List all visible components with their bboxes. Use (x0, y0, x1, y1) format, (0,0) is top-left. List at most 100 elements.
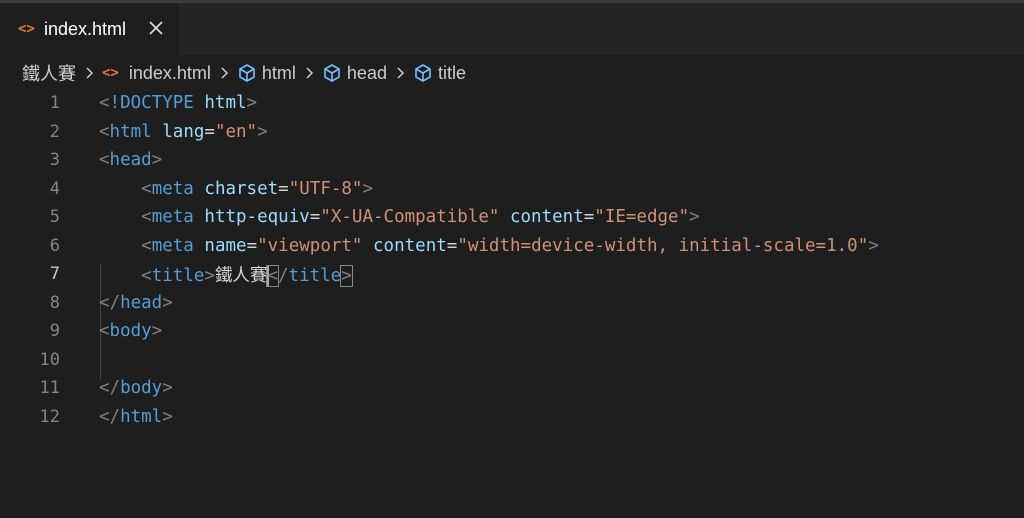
code-line[interactable]: 6 <meta name="viewport" content="width=d… (0, 232, 1024, 261)
line-number: 9 (49, 321, 60, 342)
code-token-tag: !DOCTYPE (109, 93, 194, 114)
code-token-punct: </ (99, 406, 121, 427)
code-line[interactable]: 4 <meta charset="UTF-8"> (0, 175, 1024, 204)
breadcrumb-label: index.html (128, 62, 211, 83)
breadcrumb: 鐵人賽 <> index.html html head title (0, 55, 1024, 91)
breadcrumb-item-html[interactable]: html (237, 63, 296, 84)
symbol-cube-icon (322, 63, 342, 83)
chevron-right-icon (396, 66, 405, 80)
chevron-right-icon (305, 66, 314, 80)
symbol-cube-icon (413, 63, 433, 83)
code-token-punct: < (141, 178, 152, 199)
code-token-punct: </ (99, 292, 121, 313)
code-token-tag: html (109, 121, 152, 142)
code-text: <meta charset="UTF-8"> (99, 179, 373, 199)
code-token-eq: = (583, 207, 595, 228)
code-token-tag: body (109, 321, 152, 342)
code-token-punct: > (868, 235, 879, 256)
code-token-eq: = (204, 121, 215, 142)
code-editor[interactable]: 1 <!DOCTYPE html> 2 <html lang="en"> 3 <head>… (0, 89, 1024, 518)
line-number: 12 (39, 406, 60, 427)
breadcrumb-item-folder[interactable]: 鐵人賽 (22, 60, 76, 86)
code-token-eq (99, 179, 141, 199)
code-text: </body> (99, 378, 173, 398)
chevron-right-icon (220, 66, 229, 80)
line-number: 5 (49, 207, 60, 228)
code-token-tag: head (120, 292, 163, 313)
breadcrumb-item-file[interactable]: <> index.html (102, 63, 211, 84)
code-token-punct: < (141, 265, 152, 286)
code-token-eq (194, 179, 205, 199)
breadcrumb-item-title[interactable]: title (413, 63, 466, 84)
code-token-punct: < (99, 93, 110, 114)
line-number: 4 (49, 178, 60, 199)
code-token-str: "viewport" (257, 235, 363, 256)
code-text: </html> (99, 407, 173, 427)
code-token-eq (194, 93, 205, 113)
code-line[interactable]: 10 (0, 346, 1024, 375)
code-line[interactable]: 9 <body> (0, 317, 1024, 346)
html-file-icon: <> (18, 21, 35, 37)
code-text: <html lang="en"> (99, 122, 268, 142)
code-token-punct: > (246, 93, 258, 114)
code-token-punct: > (162, 378, 173, 399)
code-token-attr: charset (204, 178, 279, 199)
code-token-eq (99, 266, 141, 286)
code-token-punct: / (277, 265, 289, 286)
code-token-punct: > (151, 150, 163, 171)
code-token-eq: = (446, 235, 458, 256)
breadcrumb-label: 鐵人賽 (22, 64, 76, 84)
code-line[interactable]: 11 </body> (0, 374, 1024, 403)
code-line[interactable]: 2 <html lang="en"> (0, 118, 1024, 147)
breadcrumb-label: head (346, 62, 387, 83)
code-token-eq (194, 236, 205, 256)
line-number: 7 (49, 264, 60, 285)
code-line[interactable]: 3 <head> (0, 146, 1024, 175)
code-token-eq (99, 236, 141, 256)
code-token-eq (499, 207, 510, 227)
code-line[interactable]: 5 <meta http-equiv="X-UA-Compatible" con… (0, 203, 1024, 232)
code-token-punct: > (689, 207, 700, 228)
code-token-attr: http-equiv (204, 207, 310, 228)
tab-index-html[interactable]: <> index.html (0, 3, 178, 55)
code-token-str: "IE=edge" (594, 207, 690, 228)
code-line[interactable]: 7 <title>鐵人賽</title> (0, 260, 1024, 289)
code-token-text: 鐵人賽 (214, 265, 268, 286)
code-token-punct: < (99, 321, 110, 342)
code-text: <head> (99, 150, 162, 170)
breadcrumb-label: title (437, 62, 466, 83)
breadcrumb-item-head[interactable]: head (322, 63, 387, 84)
code-token-matchpunct: < (266, 264, 279, 287)
code-token-punct: > (162, 406, 173, 427)
code-token-punct: > (362, 178, 374, 199)
symbol-cube-icon (237, 63, 257, 83)
tab-label: index.html (44, 18, 127, 39)
code-token-punct: < (141, 235, 152, 256)
line-number: 2 (49, 121, 60, 142)
code-line[interactable]: 8 </head> (0, 289, 1024, 318)
code-token-attr: lang (162, 121, 205, 142)
chevron-right-icon (85, 66, 94, 80)
code-token-eq: = (309, 207, 321, 228)
code-text: <body> (99, 321, 162, 341)
code-token-eq (152, 122, 163, 142)
code-token-punct: < (99, 150, 110, 171)
line-number: 8 (49, 292, 60, 313)
code-token-punct: < (99, 121, 110, 142)
code-token-eq (99, 207, 141, 227)
line-number: 6 (49, 235, 60, 256)
code-token-eq (362, 236, 373, 256)
code-token-tag: title (288, 265, 342, 286)
code-line[interactable]: 12 </html> (0, 403, 1024, 432)
code-text: <meta name="viewport" content="width=dev… (99, 236, 879, 256)
code-line[interactable]: 1 <!DOCTYPE html> (0, 89, 1024, 118)
code-text: <title>鐵人賽</title> (99, 262, 353, 287)
close-icon[interactable] (145, 17, 167, 39)
code-token-tag: meta (151, 235, 194, 256)
code-token-punct: > (257, 121, 268, 142)
code-token-eq: = (278, 178, 289, 199)
breadcrumb-label: html (261, 62, 296, 83)
code-token-tag: html (120, 406, 163, 427)
code-token-str: "en" (214, 121, 258, 142)
code-token-punct: > (162, 292, 173, 313)
